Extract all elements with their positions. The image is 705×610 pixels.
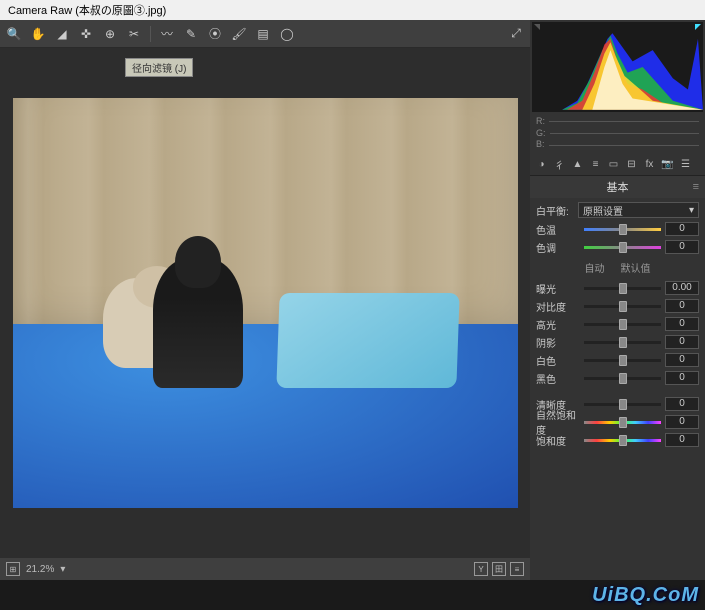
panel-title-bar: 基本 ≡ [530,176,705,198]
tab-basic-icon[interactable]: ◑ [534,157,549,171]
dropdown-arrow-icon[interactable]: ▾ [60,564,65,575]
tab-lens-icon[interactable]: ⊟ [624,157,639,171]
default-link[interactable]: 默认值 [621,260,651,275]
temp-label: 色温 [536,222,580,237]
blacks-label: 黑色 [536,371,580,386]
whites-slider[interactable] [584,359,661,362]
controls: 白平衡: 原照设置 ▾ 色温 0 色调 0 自动 默认值 曝光 [530,198,705,453]
crop-tool-icon[interactable]: ✂ [126,26,142,42]
histogram[interactable] [532,22,703,112]
contrast-label: 对比度 [536,299,580,314]
blacks-value[interactable]: 0 [665,371,699,385]
exposure-value[interactable]: 0.00 [665,281,699,295]
tab-curve-icon[interactable]: ⼻ [552,157,567,171]
clarity-slider[interactable] [584,403,661,406]
graduated-filter-tool-icon[interactable]: ▤ [255,26,271,42]
whites-value[interactable]: 0 [665,353,699,367]
before-after-grid-icon[interactable]: 田 [492,562,506,576]
tint-slider[interactable] [584,246,661,249]
hand-tool-icon[interactable]: ✋ [30,26,46,42]
b-label: B: [536,139,545,151]
window-title: Camera Raw (本叔の原圖③.jpg) [8,2,166,18]
fullscreen-toggle-icon[interactable]: ⤢ [508,26,524,42]
dropdown-chevron-icon: ▾ [689,205,694,216]
view-mode-icon[interactable]: ⊞ [6,562,20,576]
tab-split-icon[interactable]: ▭ [606,157,621,171]
zoom-level[interactable]: 21.2% [26,564,54,575]
before-after-swap-icon[interactable]: ≡ [510,562,524,576]
g-label: G: [536,128,546,140]
before-after-y-icon[interactable]: Y [474,562,488,576]
watermark: UiBQ.CoM [592,584,699,607]
zoom-tool-icon[interactable]: 🔍 [6,26,22,42]
spot-removal-tool-icon[interactable]: ✎ [183,26,199,42]
tab-detail-icon[interactable]: ▲ [570,157,585,171]
contrast-slider[interactable] [584,305,661,308]
radial-filter-tool-icon[interactable]: ◯ [279,26,295,42]
wb-label: 白平衡: [536,203,578,218]
wb-value: 原照设置 [583,203,623,218]
shadow-clip-warning-icon[interactable] [534,24,540,30]
temp-slider[interactable] [584,228,661,231]
exposure-slider[interactable] [584,287,661,290]
highlights-value[interactable]: 0 [665,317,699,331]
white-balance-tool-icon[interactable]: ◢ [54,26,70,42]
shadows-slider[interactable] [584,341,661,344]
tab-hsl-icon[interactable]: ≡ [588,157,603,171]
tooltip: 径向滤镜 (J) [125,58,193,77]
tab-presets-icon[interactable]: ☰ [678,157,693,171]
left-panel: 🔍 ✋ ◢ ✜ ⊕ ✂ 〰 ✎ ⦿ 🖌 ▤ ◯ ⤢ 径向滤镜 (J) [0,20,530,580]
whites-label: 白色 [536,353,580,368]
saturation-slider[interactable] [584,439,661,442]
highlights-label: 高光 [536,317,580,332]
shadows-value[interactable]: 0 [665,335,699,349]
tab-strip: ◑ ⼻ ▲ ≡ ▭ ⊟ fx 📷 ☰ [530,153,705,176]
wb-dropdown[interactable]: 原照设置 ▾ [578,202,699,218]
contrast-value[interactable]: 0 [665,299,699,313]
target-adjust-tool-icon[interactable]: ⊕ [102,26,118,42]
bottom-bar: ⊞ 21.2% ▾ Y 田 ≡ [0,558,530,580]
saturation-value[interactable]: 0 [665,433,699,447]
exposure-label: 曝光 [536,281,580,296]
temp-value[interactable]: 0 [665,222,699,236]
redeye-tool-icon[interactable]: ⦿ [207,26,223,42]
vibrance-value[interactable]: 0 [665,415,699,429]
tint-value[interactable]: 0 [665,240,699,254]
highlights-slider[interactable] [584,323,661,326]
tab-camera-icon[interactable]: 📷 [660,157,675,171]
right-panel: R: G: B: ◑ ⼻ ▲ ≡ ▭ ⊟ fx 📷 ☰ 基本 ≡ 白平衡: 原照… [530,20,705,580]
color-sampler-tool-icon[interactable]: ✜ [78,26,94,42]
clarity-value[interactable]: 0 [665,397,699,411]
image-area [0,48,530,558]
saturation-label: 饱和度 [536,433,580,448]
r-label: R: [536,116,545,128]
tab-fx-icon[interactable]: fx [642,157,657,171]
straighten-tool-icon[interactable]: 〰 [159,26,175,42]
shadows-label: 阴影 [536,335,580,350]
auto-default-links: 自动 默认值 [536,256,699,279]
toolbar: 🔍 ✋ ◢ ✜ ⊕ ✂ 〰 ✎ ⦿ 🖌 ▤ ◯ ⤢ [0,20,530,48]
blacks-slider[interactable] [584,377,661,380]
rgb-readout: R: G: B: [530,114,705,153]
image-preview[interactable] [13,98,518,508]
adjustment-brush-tool-icon[interactable]: 🖌 [231,26,247,42]
vibrance-slider[interactable] [584,421,661,424]
panel-title: 基本 [607,179,629,195]
auto-link[interactable]: 自动 [585,260,605,275]
highlight-clip-warning-icon[interactable] [695,24,701,30]
workspace: 🔍 ✋ ◢ ✜ ⊕ ✂ 〰 ✎ ⦿ 🖌 ▤ ◯ ⤢ 径向滤镜 (J) [0,20,705,580]
title-bar: Camera Raw (本叔の原圖③.jpg) [0,0,705,20]
tint-label: 色调 [536,240,580,255]
panel-menu-icon[interactable]: ≡ [693,181,699,193]
separator [150,26,151,42]
